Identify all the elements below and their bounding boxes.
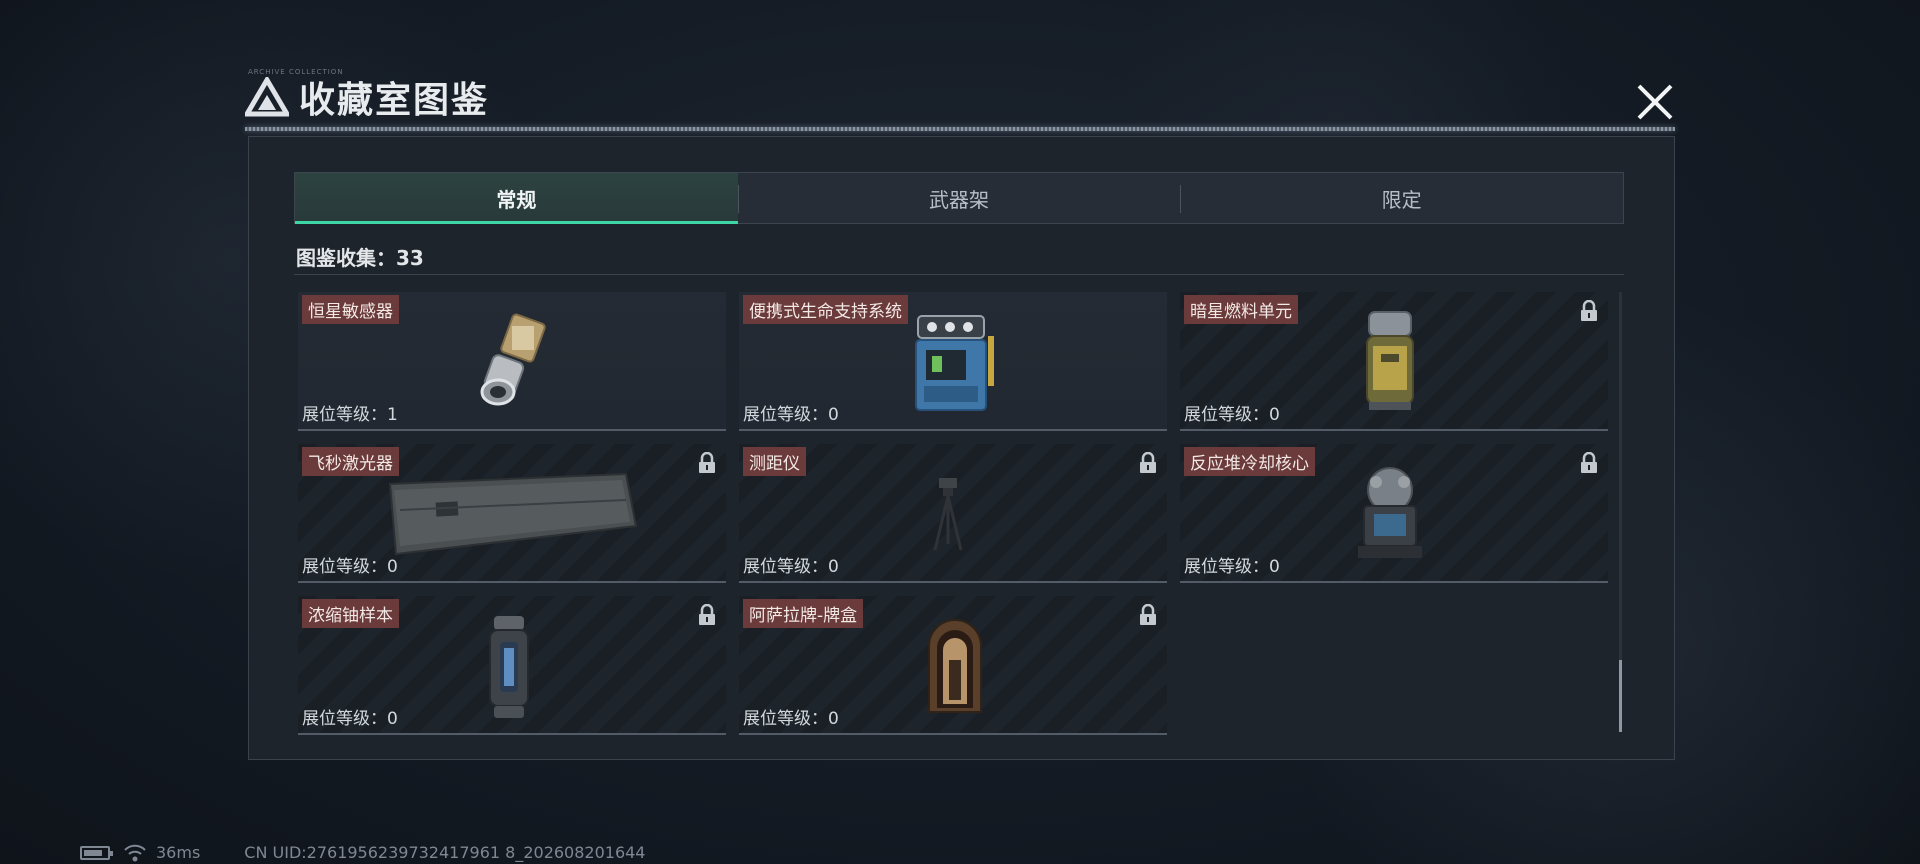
tab-regular[interactable]: 常规 bbox=[295, 173, 738, 224]
tab-weapon-rack[interactable]: 武器架 bbox=[737, 173, 1181, 223]
item-name: 浓缩铀样本 bbox=[302, 599, 399, 628]
page-title: 收藏室图鉴 bbox=[299, 80, 490, 121]
scrollbar-thumb[interactable] bbox=[1619, 660, 1622, 732]
uid-text: CN UID:2761956239732417961 8_20260820164… bbox=[244, 843, 646, 862]
title-bar: 收藏室图鉴 bbox=[245, 72, 489, 122]
item-card[interactable]: 浓缩铀样本 展位等级：0 bbox=[298, 596, 726, 735]
star-sensor-icon bbox=[480, 313, 546, 406]
item-card[interactable]: 测距仪 展位等级：0 bbox=[739, 444, 1167, 583]
reactor-core-icon bbox=[1358, 467, 1422, 558]
item-card[interactable]: 暗星燃料单元 展位等级：0 bbox=[1180, 292, 1608, 431]
tab-bar: 常规 武器架 限定 bbox=[294, 172, 1624, 224]
item-card[interactable]: 恒星敏感器 展位等级：1 bbox=[298, 292, 726, 431]
battery-icon bbox=[80, 845, 113, 860]
item-level: 展位等级：0 bbox=[743, 557, 839, 577]
item-card[interactable]: 反应堆冷却核心 展位等级：0 bbox=[1180, 444, 1608, 583]
close-icon[interactable] bbox=[1633, 80, 1677, 124]
wifi-icon bbox=[124, 844, 146, 861]
card-box-icon bbox=[928, 619, 982, 713]
item-name: 恒星敏感器 bbox=[302, 295, 399, 324]
uranium-canister-icon bbox=[489, 616, 529, 718]
item-card[interactable]: 飞秒激光器 展位等级：0 bbox=[298, 444, 726, 583]
item-level: 展位等级：0 bbox=[743, 405, 839, 425]
item-level: 展位等级：0 bbox=[1184, 405, 1280, 425]
item-card[interactable]: 便携式生命支持系统 展位等级：0 bbox=[739, 292, 1167, 431]
lock-icon bbox=[1140, 604, 1156, 625]
tab-limited[interactable]: 限定 bbox=[1180, 173, 1623, 223]
item-name: 便携式生命支持系统 bbox=[743, 295, 908, 324]
item-level: 展位等级：0 bbox=[743, 709, 839, 729]
lock-icon bbox=[1140, 452, 1156, 473]
life-support-icon bbox=[915, 315, 994, 411]
item-level: 展位等级：0 bbox=[1184, 557, 1280, 577]
laser-case-icon bbox=[388, 472, 638, 556]
fuel-cell-icon bbox=[1366, 311, 1414, 410]
item-name: 测距仪 bbox=[743, 447, 806, 476]
item-name: 飞秒激光器 bbox=[302, 447, 399, 476]
divider bbox=[294, 274, 1624, 275]
delta-logo-icon bbox=[245, 77, 289, 117]
item-card[interactable]: 阿萨拉牌-牌盒 展位等级：0 bbox=[739, 596, 1167, 735]
ping-value: 36ms bbox=[156, 843, 201, 862]
item-level: 展位等级：1 bbox=[302, 405, 398, 425]
rangefinder-icon bbox=[933, 478, 963, 551]
item-name: 反应堆冷却核心 bbox=[1184, 447, 1315, 476]
collection-count: 图鉴收集：33 bbox=[296, 246, 424, 270]
item-grid: 恒星敏感器 展位等级：1 便携式生命支持系统 展位等级：0 暗星燃料单元 展位等… bbox=[298, 292, 1608, 735]
item-name: 阿萨拉牌-牌盒 bbox=[743, 599, 864, 628]
item-name: 暗星燃料单元 bbox=[1184, 295, 1298, 324]
lock-icon bbox=[1581, 452, 1597, 473]
lock-icon bbox=[699, 452, 715, 473]
title-underline bbox=[245, 127, 1675, 131]
status-bar: 36ms CN UID:2761956239732417961 8_202608… bbox=[80, 843, 645, 862]
item-level: 展位等级：0 bbox=[302, 709, 398, 729]
lock-icon bbox=[1581, 300, 1597, 321]
item-level: 展位等级：0 bbox=[302, 557, 398, 577]
lock-icon bbox=[699, 604, 715, 625]
